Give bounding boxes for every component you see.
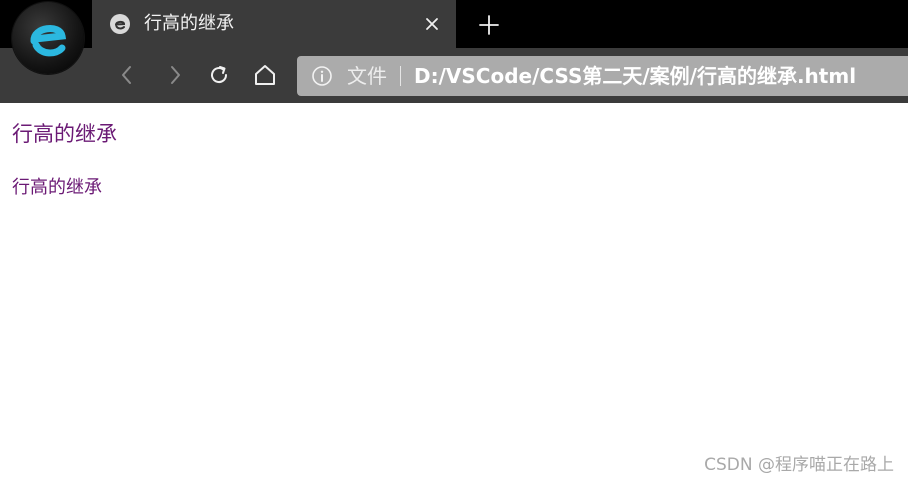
back-icon[interactable] xyxy=(112,60,142,90)
browser-window: 行高的继承 文件 D:/VSCode/CSS第二天/案例/行高的继承.html … xyxy=(0,0,908,485)
address-separator xyxy=(400,66,401,86)
new-tab-icon[interactable] xyxy=(476,12,502,38)
home-icon[interactable] xyxy=(250,60,280,90)
address-url[interactable]: D:/VSCode/CSS第二天/案例/行高的继承.html xyxy=(414,62,856,90)
inherited-line-height-text-2: 行高的继承 xyxy=(12,177,102,198)
navigation-toolbar: 文件 D:/VSCode/CSS第二天/案例/行高的继承.html xyxy=(0,48,908,103)
tab-active[interactable]: 行高的继承 xyxy=(92,0,456,48)
info-icon[interactable] xyxy=(311,65,333,87)
edge-favicon-icon xyxy=(110,14,130,34)
close-tab-icon[interactable] xyxy=(422,14,442,34)
edge-logo-icon xyxy=(12,2,84,74)
csdn-watermark: CSDN @程序喵正在路上 xyxy=(704,455,894,475)
address-bar[interactable]: 文件 D:/VSCode/CSS第二天/案例/行高的继承.html xyxy=(297,56,908,96)
title-bar: 行高的继承 xyxy=(0,0,908,48)
refresh-icon[interactable] xyxy=(204,60,234,90)
address-scheme-label: 文件 xyxy=(347,64,387,88)
inherited-line-height-text-1: 行高的继承 xyxy=(12,122,117,146)
forward-icon[interactable] xyxy=(160,60,190,90)
tab-title: 行高的继承 xyxy=(144,13,234,34)
page-content: 行高的继承 行高的继承 CSDN @程序喵正在路上 xyxy=(0,103,908,485)
